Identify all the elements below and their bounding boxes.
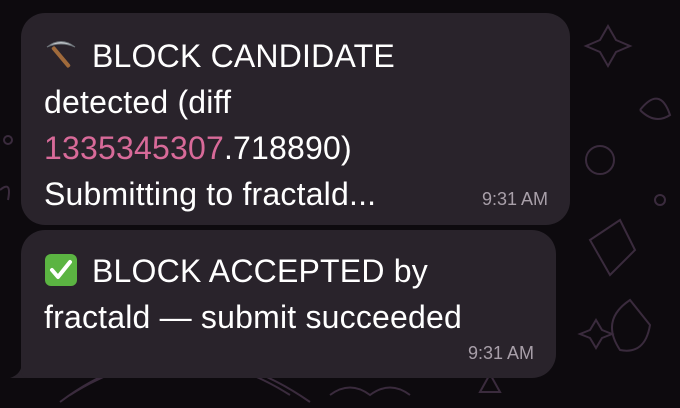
- difficulty-value: 1335345307.718890): [44, 125, 570, 171]
- message-timestamp: 9:31 AM: [481, 189, 548, 209]
- message-title-line: BLOCK CANDIDATE: [44, 33, 570, 79]
- check-mark-icon: [45, 254, 77, 286]
- message-title: BLOCK CANDIDATE: [92, 38, 395, 74]
- message-title: BLOCK ACCEPTED by: [92, 253, 428, 289]
- message-bubble[interactable]: BLOCK CANDIDATE detected (diff 133534530…: [21, 13, 570, 225]
- message-timestamp: 9:31 AM: [467, 343, 534, 363]
- message-text-line: detected (diff: [44, 84, 232, 120]
- difficulty-highlight: 1335345307: [44, 130, 224, 166]
- message-title-line: BLOCK ACCEPTED by: [44, 248, 556, 294]
- message-bubble[interactable]: BLOCK ACCEPTED by fractald — submit succ…: [21, 230, 556, 378]
- pickaxe-icon: [46, 41, 76, 68]
- difficulty-rest: .718890): [223, 130, 352, 166]
- message-text-line: fractald — submit succeeded: [44, 299, 463, 335]
